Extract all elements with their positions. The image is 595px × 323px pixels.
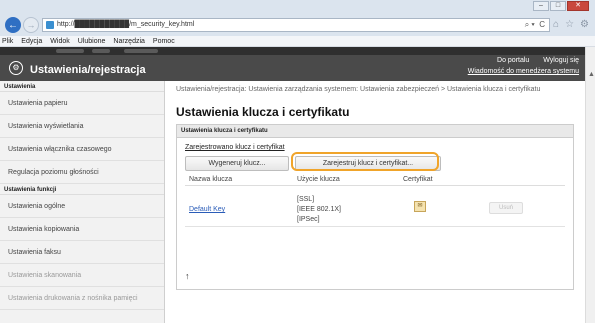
menu-bar: Plik Edycja Widok Ulubione Narzędzia Pom… — [0, 36, 595, 47]
sidebar-section-settings: Ustawienia — [0, 81, 164, 92]
portal-link[interactable]: Do portalu — [497, 57, 529, 64]
search-refresh-icons[interactable]: ⌕ ▾ C — [525, 20, 545, 30]
page-icon — [46, 21, 54, 29]
key-certificate-panel: Ustawienia klucza i certyfikatu Zarejest… — [176, 124, 574, 290]
breadcrumb: Ustawienia/rejestracja: Ustawienia zarzą… — [176, 86, 541, 93]
sidebar-item-media-print[interactable]: Ustawienia drukowania z nośnika pamięci — [0, 287, 164, 310]
browser-toolbar-icons: ⌂ ☆ ⚙ — [553, 19, 589, 30]
back-to-top-icon[interactable]: ↑ — [185, 271, 190, 281]
address-row: ← → http://███████████/m_security_key.ht… — [0, 14, 595, 36]
sidebar-item-timer[interactable]: Ustawienia włącznika czasowego — [0, 138, 164, 161]
registered-heading: Zarejestrowano klucz i certyfikat — [185, 144, 285, 151]
sidebar: Ustawienia Ustawienia papieru Ustawienia… — [0, 81, 165, 323]
header-links: Do portalu Wyloguj się Wiadomość do mene… — [468, 57, 579, 75]
minimize-icon[interactable]: – — [533, 1, 549, 11]
usage-ieee: [IEEE 802.1X] — [297, 206, 341, 213]
usage-ipsec: [IPSec] — [297, 216, 320, 223]
sidebar-item-scan[interactable]: Ustawienia skanowania — [0, 264, 164, 287]
maximize-icon[interactable]: □ — [550, 1, 566, 11]
logout-link[interactable]: Wyloguj się — [543, 57, 579, 64]
sidebar-item-general[interactable]: Ustawienia ogólne — [0, 195, 164, 218]
menu-edit[interactable]: Edycja — [21, 36, 42, 46]
close-icon[interactable]: ✕ — [567, 1, 589, 11]
panel-title: Ustawienia klucza i certyfikatu — [177, 125, 573, 138]
settings-gear-icon[interactable]: ⚙ — [580, 19, 589, 30]
scroll-up-icon[interactable]: ▲ — [588, 71, 595, 78]
menu-help[interactable]: Pomoc — [153, 36, 175, 46]
window-titlebar: – □ ✕ — [0, 0, 595, 14]
delete-button: Usuń — [489, 202, 523, 214]
back-arrow-icon[interactable]: ← — [5, 17, 21, 33]
home-icon[interactable]: ⌂ — [553, 19, 559, 30]
generate-key-button[interactable]: Wygeneruj klucz... — [185, 156, 289, 171]
favorites-star-icon[interactable]: ☆ — [565, 19, 574, 30]
menu-tools[interactable]: Narzędzia — [113, 36, 145, 46]
redacted-text — [56, 49, 84, 53]
key-usage-cell: [SSL] [IEEE 802.1X] [IPSec] — [297, 195, 341, 225]
sidebar-section-functions: Ustawienia funkcji — [0, 184, 164, 195]
highlight-frame — [291, 152, 439, 171]
table-header: Nazwa klucza Użycie klucza Certyfikat — [185, 175, 565, 186]
url-text[interactable]: http://███████████/m_security_key.html — [57, 21, 194, 28]
menu-view[interactable]: Widok — [50, 36, 69, 46]
sidebar-item-volume[interactable]: Regulacja poziomu głośności — [0, 161, 164, 184]
vertical-scrollbar[interactable]: ▲ — [585, 47, 595, 323]
page-title-header: Ustawienia/rejestracja — [30, 64, 146, 76]
settings-app-icon: ⚙ — [9, 61, 23, 75]
forward-arrow-icon[interactable]: → — [23, 17, 39, 33]
app-header: ⚙ Ustawienia/rejestracja Do portalu Wylo… — [0, 47, 585, 81]
key-name-link[interactable]: Default Key — [189, 206, 225, 213]
menu-favorites[interactable]: Ulubione — [78, 36, 106, 46]
sidebar-item-paper[interactable]: Ustawienia papieru — [0, 92, 164, 115]
header-strip — [0, 47, 585, 55]
column-key-name: Nazwa klucza — [189, 176, 233, 183]
column-key-usage: Użycie klucza — [297, 176, 340, 183]
usage-ssl: [SSL] — [297, 196, 315, 203]
table-row: Default Key [SSL] [IEEE 802.1X] [IPSec] … — [185, 187, 565, 227]
menu-file[interactable]: Plik — [2, 36, 13, 46]
window-controls: – □ ✕ — [533, 1, 589, 11]
page-title: Ustawienia klucza i certyfikatu — [176, 105, 350, 119]
address-bar[interactable]: http://███████████/m_security_key.html ⌕… — [42, 18, 550, 32]
certificate-icon[interactable]: ✉ — [414, 201, 426, 212]
sidebar-item-copy[interactable]: Ustawienia kopiowania — [0, 218, 164, 241]
manager-message-link[interactable]: Wiadomość do menedżera systemu — [468, 68, 579, 75]
redacted-text — [124, 49, 158, 53]
sidebar-item-display[interactable]: Ustawienia wyświetlania — [0, 115, 164, 138]
column-certificate: Certyfikat — [403, 176, 433, 183]
redacted-text — [92, 49, 110, 53]
sidebar-item-fax[interactable]: Ustawienia faksu — [0, 241, 164, 264]
